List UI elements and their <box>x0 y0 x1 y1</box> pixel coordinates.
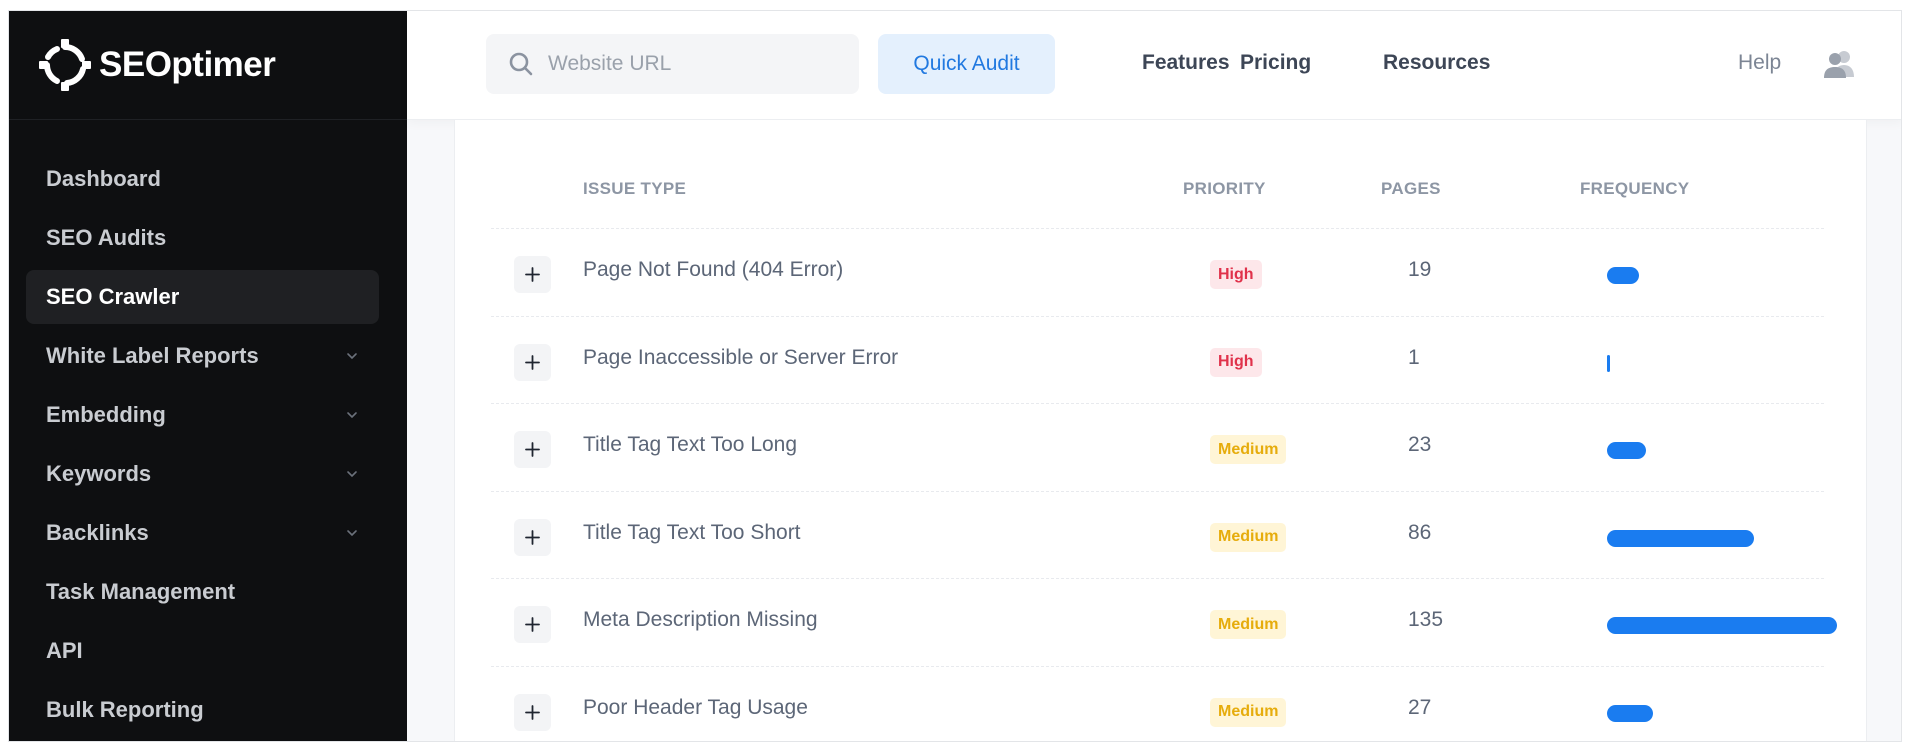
header-priority: PRIORITY <box>1183 179 1266 198</box>
priority-badge: Medium <box>1210 610 1287 639</box>
frequency-bar <box>1607 704 1837 722</box>
topbar: Quick Audit Features Pricing Resources H… <box>407 11 1901 120</box>
expand-row-button[interactable] <box>514 518 551 556</box>
brand[interactable]: SEOptimer <box>9 11 407 120</box>
table-row: Poor Header Tag Usage Medium 27 <box>491 665 1824 742</box>
sidebar-item-label: White Label Reports <box>46 343 259 368</box>
sidebar-nav: Dashboard SEO Audits SEO Crawler White Labe… <box>26 152 379 741</box>
frequency-bar-fill <box>1607 267 1639 284</box>
sidebar-item-label: Task Management <box>46 579 236 604</box>
sidebar-item-dashboard[interactable]: Dashboard <box>26 152 379 206</box>
expand-row-button[interactable] <box>514 343 551 381</box>
sidebar-item-label: Embedding <box>46 402 166 427</box>
chevron-down-icon <box>347 353 357 360</box>
search-icon <box>509 52 533 76</box>
priority-badge: High <box>1210 347 1262 377</box>
pages-count-cell: 135 <box>1408 608 1444 631</box>
expand-row-button[interactable] <box>514 606 551 643</box>
sidebar-item-embedding[interactable]: Embedding <box>26 388 379 442</box>
frequency-bar-fill <box>1607 354 1610 372</box>
header-frequency: FREQUENCY <box>1580 179 1690 198</box>
plus-icon <box>525 704 540 720</box>
brand-name: SEOptimer <box>99 45 276 84</box>
plus-icon <box>525 617 540 632</box>
sidebar-item-label: Dashboard <box>46 166 161 191</box>
table-header: ISSUE TYPE PRIORITY PAGES FREQUENCY <box>455 120 1866 228</box>
table-row: Title Tag Text Too Short Medium 86 <box>491 490 1824 579</box>
sidebar-item-api[interactable]: API <box>26 624 379 678</box>
user-group-icon[interactable] <box>1823 49 1855 79</box>
priority-badge: Medium <box>1210 435 1287 464</box>
frequency-bar <box>1607 354 1837 372</box>
table-row: Page Not Found (404 Error) High 19 <box>491 228 1824 316</box>
expand-row-button[interactable] <box>514 431 551 468</box>
frequency-bar-fill <box>1607 617 1837 634</box>
sidebar-item-label: SEO Crawler <box>46 284 180 309</box>
frequency-bar-fill <box>1607 442 1646 459</box>
issue-type-cell[interactable]: Title Tag Text Too Long <box>583 433 797 457</box>
pages-count-cell: 19 <box>1408 258 1432 281</box>
app-window: SEOptimer Dashboard SEO Audits SEO Crawler… <box>8 10 1902 742</box>
issue-type-cell[interactable]: Poor Header Tag Usage <box>583 696 808 720</box>
pages-count-cell: 1 <box>1408 345 1420 369</box>
nav-pricing[interactable]: Pricing <box>1240 51 1311 75</box>
help-link[interactable]: Help <box>1738 51 1781 75</box>
issue-type-cell[interactable]: Title Tag Text Too Short <box>583 521 801 545</box>
sidebar-item-label: Bulk Reporting <box>46 697 204 722</box>
priority-badge: Medium <box>1210 697 1287 727</box>
issues-panel: ISSUE TYPE PRIORITY PAGES FREQUENCY Page… <box>454 120 1867 742</box>
issue-type-cell[interactable]: Page Inaccessible or Server Error <box>583 346 898 370</box>
header-pages: PAGES <box>1381 179 1441 198</box>
plus-icon <box>525 529 540 545</box>
chevron-down-icon <box>347 530 357 537</box>
frequency-bar <box>1607 617 1837 634</box>
sidebar-item-seo-crawler[interactable]: SEO Crawler <box>26 270 379 324</box>
sidebar-item-label: API <box>46 638 83 663</box>
header-issue-type: ISSUE TYPE <box>583 179 687 198</box>
expand-row-button[interactable] <box>514 693 551 731</box>
sidebar-item-label: Backlinks <box>46 520 149 545</box>
priority-badge: Medium <box>1210 522 1287 552</box>
plus-icon <box>525 354 540 370</box>
nav-features[interactable]: Features <box>1142 51 1230 75</box>
table-row: Title Tag Text Too Long Medium 23 <box>491 403 1824 491</box>
issue-type-cell[interactable]: Page Not Found (404 Error) <box>583 258 843 282</box>
frequency-bar <box>1607 267 1837 284</box>
quick-audit-button[interactable]: Quick Audit <box>878 34 1055 94</box>
table-row: Meta Description Missing Medium 135 <box>491 578 1837 666</box>
plus-icon <box>525 442 540 457</box>
issue-type-cell[interactable]: Meta Description Missing <box>583 608 818 632</box>
frequency-bar <box>1607 529 1837 547</box>
chevron-down-icon <box>347 412 357 419</box>
chevron-down-icon <box>347 471 357 478</box>
frequency-bar <box>1607 442 1837 459</box>
sidebar-item-white-label-reports[interactable]: White Label Reports <box>26 329 379 383</box>
frequency-bar-fill <box>1607 529 1754 547</box>
logo-icon <box>39 39 91 91</box>
priority-badge: High <box>1210 260 1262 289</box>
sidebar-item-seo-audits[interactable]: SEO Audits <box>26 211 379 265</box>
plus-icon <box>525 267 540 282</box>
sidebar-item-label: SEO Audits <box>46 225 167 250</box>
search-box[interactable] <box>486 34 859 94</box>
sidebar-item-backlinks[interactable]: Backlinks <box>26 506 379 560</box>
sidebar-item-task-management[interactable]: Task Management <box>26 565 379 619</box>
sidebar-item-keywords[interactable]: Keywords <box>26 447 379 501</box>
nav-resources[interactable]: Resources <box>1383 51 1490 75</box>
issues-table-body: Page Not Found (404 Error) High 19 Page Ina… <box>491 228 1837 742</box>
frequency-bar-fill <box>1607 704 1653 722</box>
sidebar-item-bulk-reporting[interactable]: Bulk Reporting <box>26 683 379 737</box>
sidebar-item-label: Keywords <box>46 461 152 486</box>
table-row: Page Inaccessible or Server Error High 1 <box>491 315 1824 404</box>
website-url-input[interactable] <box>548 52 828 76</box>
expand-row-button[interactable] <box>514 256 551 293</box>
sidebar: SEOptimer Dashboard SEO Audits SEO Crawler… <box>9 11 407 741</box>
pages-count-cell: 27 <box>1408 695 1432 719</box>
pages-count-cell: 86 <box>1408 520 1432 544</box>
pages-count-cell: 23 <box>1408 433 1432 456</box>
